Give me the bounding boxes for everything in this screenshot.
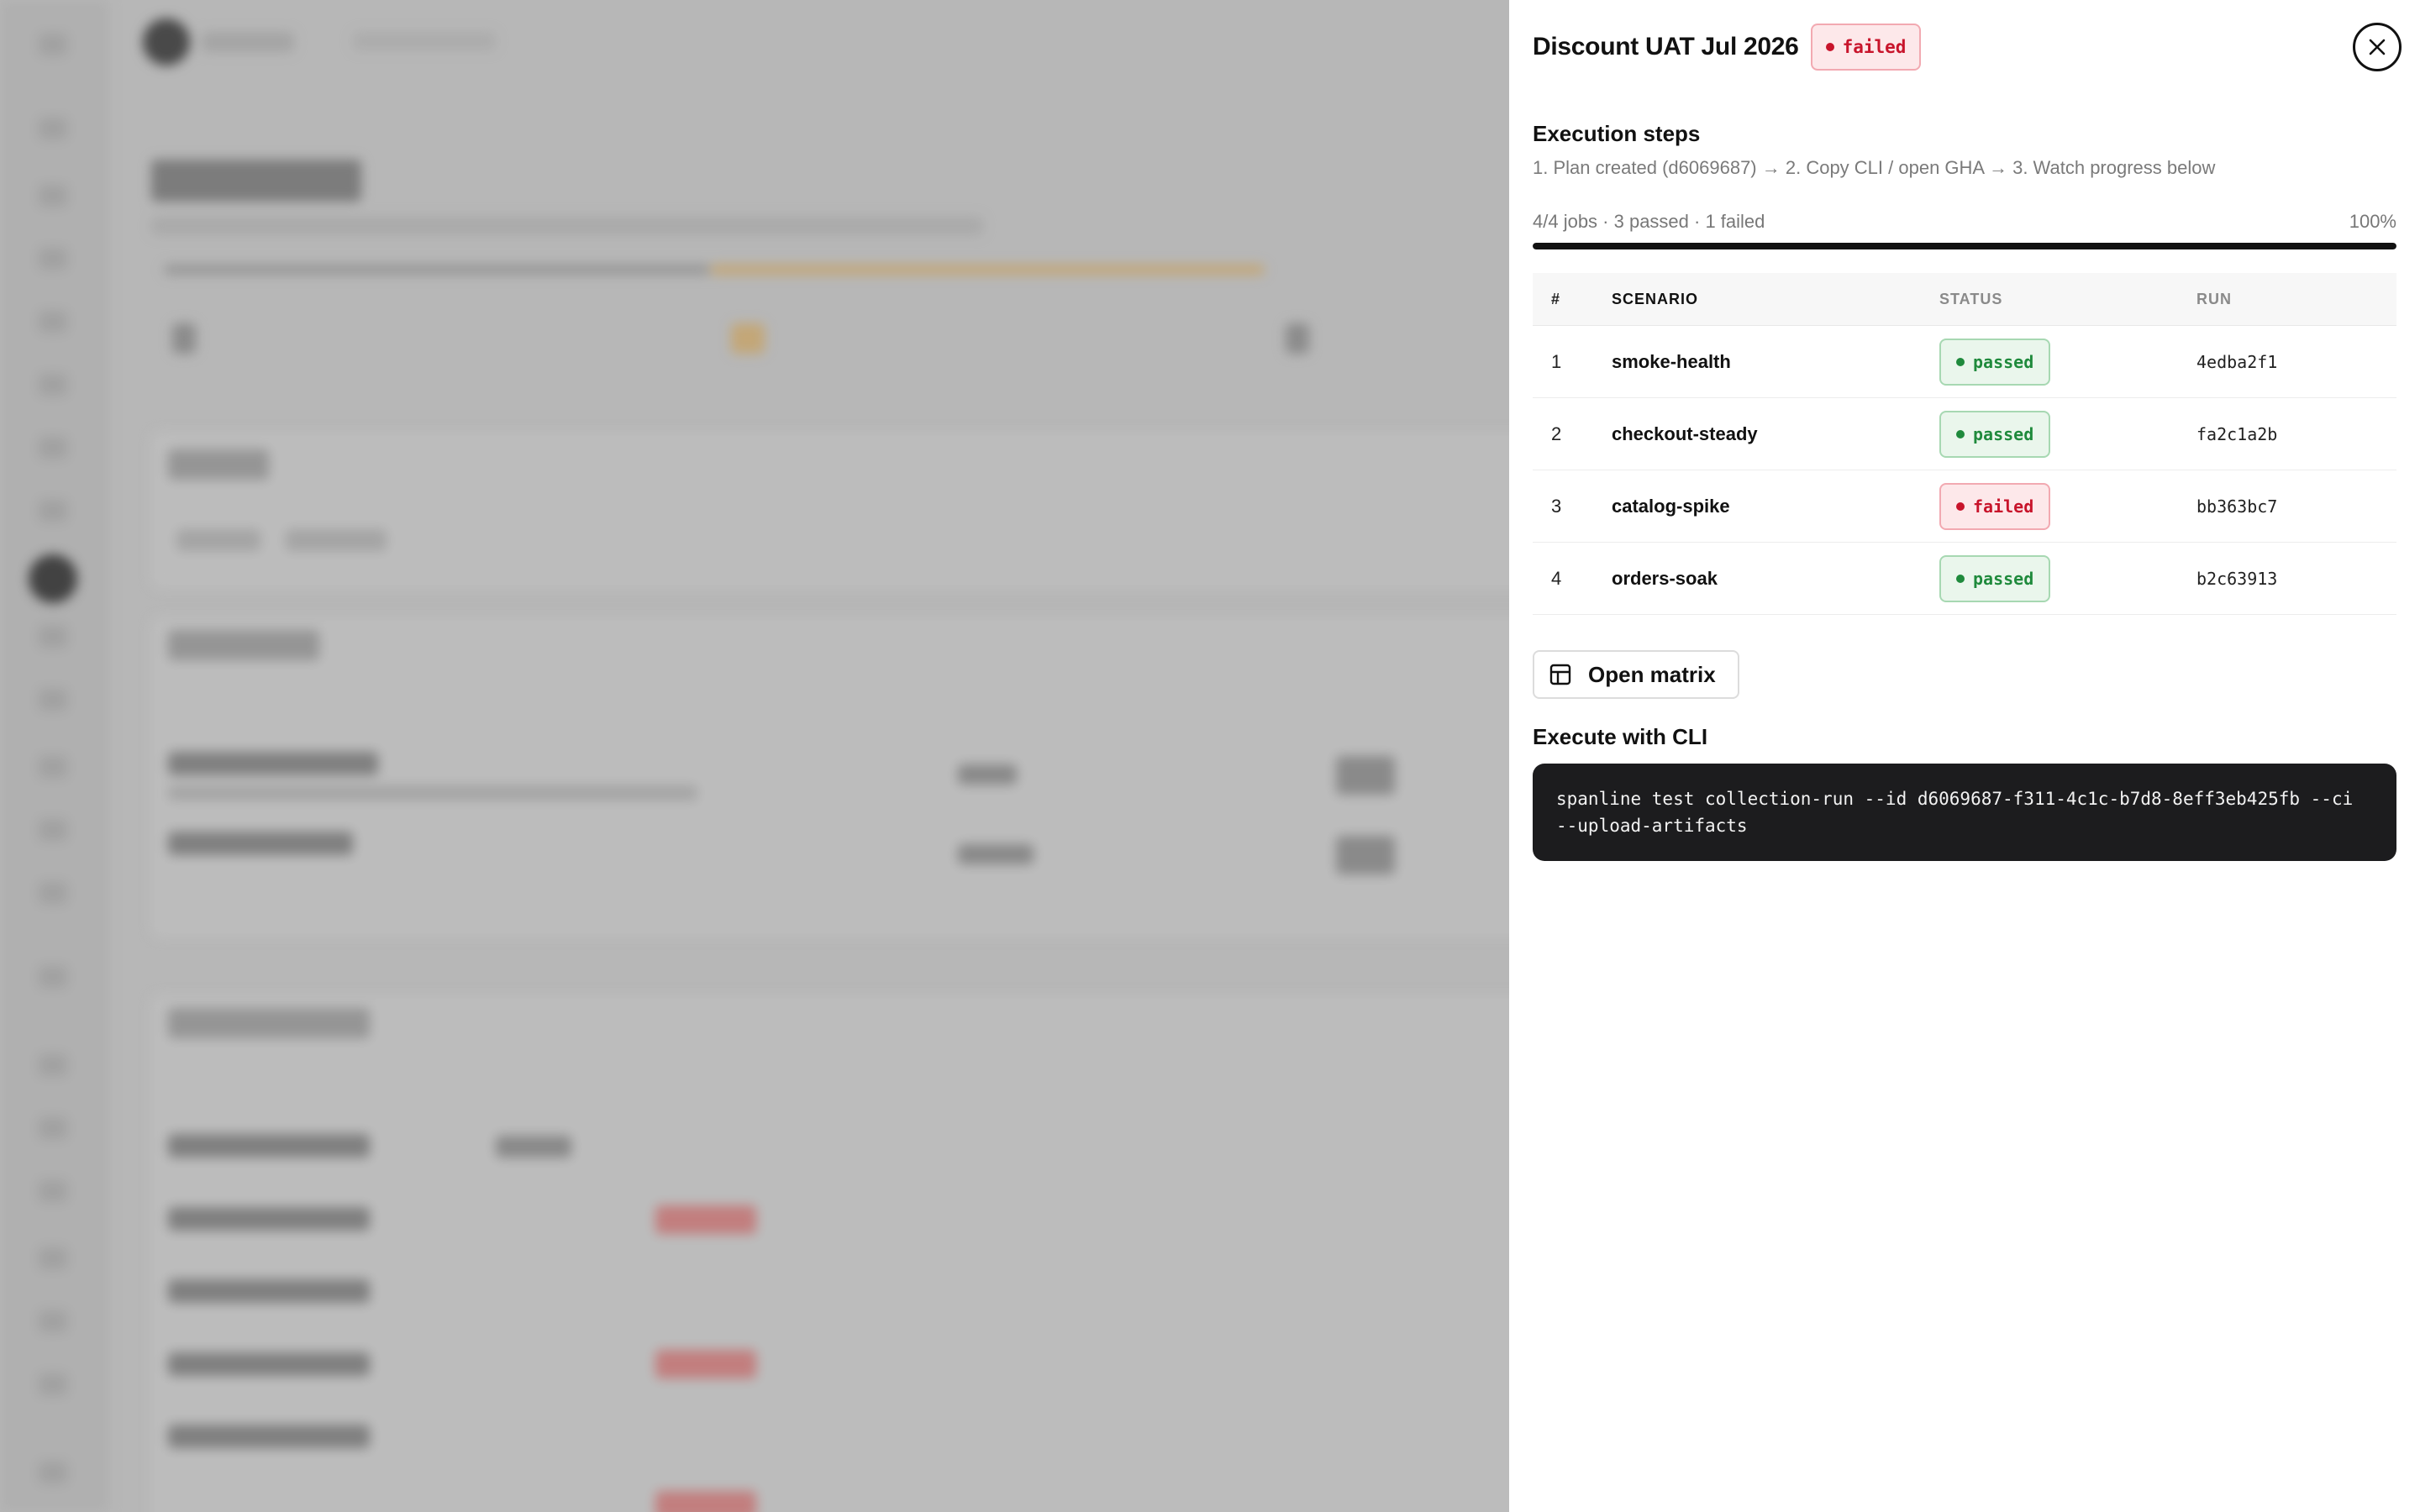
status-label: passed <box>1973 568 2034 589</box>
run-id[interactable]: fa2c1a2b <box>2196 397 2396 470</box>
status-label: failed <box>1973 496 2034 517</box>
progress-summary: 4/4 jobs · 3 passed · 1 failed <box>1533 211 1765 232</box>
status-badge: passed <box>1939 554 2051 602</box>
scenario-name: orders-soak <box>1612 542 1939 615</box>
cli-command-block[interactable]: spanline test collection-run --id d60696… <box>1533 764 2396 861</box>
run-status-badge: failed <box>1810 24 1922 71</box>
background-app-overlay <box>0 0 1509 1512</box>
status-badge: passed <box>1939 410 2051 458</box>
column-header-status: STATUS <box>1939 273 2196 326</box>
drawer-title: Discount UAT Jul 2026 <box>1533 33 1799 60</box>
status-dot-icon <box>1956 429 1965 438</box>
cli-heading: Execute with CLI <box>1533 724 1708 749</box>
modal-scrim[interactable] <box>0 0 1509 1512</box>
open-matrix-label: Open matrix <box>1588 661 1716 687</box>
open-matrix-button[interactable]: Open matrix <box>1533 650 1739 699</box>
table-grid-icon <box>1549 664 1571 685</box>
progress-summary-row: 4/4 jobs · 3 passed · 1 failed 100% <box>1533 211 2396 233</box>
scenario-name: catalog-spike <box>1612 470 1939 543</box>
status-label: passed <box>1973 423 2034 444</box>
run-id[interactable]: bb363bc7 <box>2196 470 2396 543</box>
status-badge: failed <box>1939 482 2051 530</box>
scenario-name: checkout-steady <box>1612 397 1939 470</box>
status-dot-icon <box>1825 43 1834 51</box>
table-row[interactable]: 4 orders-soak passed b2c63913 <box>1533 542 2396 615</box>
status-cell: passed <box>1939 542 2196 615</box>
status-dot-icon <box>1956 574 1965 583</box>
run-id[interactable]: 4edba2f1 <box>2196 325 2396 398</box>
execution-steps-text: 1. Plan created (d6069687) → 2. Copy CLI… <box>1533 157 2216 178</box>
status-cell: failed <box>1939 470 2196 543</box>
jobs-table-header: # SCENARIO STATUS RUN <box>1533 273 2396 326</box>
column-header-run: RUN <box>2196 273 2396 326</box>
jobs-table: # SCENARIO STATUS RUN 1 smoke-health pas… <box>1533 273 2396 615</box>
status-dot-icon <box>1956 501 1965 511</box>
table-row[interactable]: 3 catalog-spike failed bb363bc7 <box>1533 470 2396 543</box>
progress-bar <box>1533 243 2396 249</box>
progress-percent: 100% <box>2349 211 2396 232</box>
status-cell: passed <box>1939 325 2196 398</box>
column-header-number: # <box>1533 273 1612 326</box>
progress-bar-fill <box>1533 243 2396 249</box>
collection-run-drawer: Discount UAT Jul 2026 failed Execution s… <box>1509 0 2420 1512</box>
column-header-scenario: SCENARIO <box>1612 273 1939 326</box>
status-cell: passed <box>1939 397 2196 470</box>
close-icon <box>2369 39 2386 55</box>
table-row[interactable]: 1 smoke-health passed 4edba2f1 <box>1533 325 2396 398</box>
run-id[interactable]: b2c63913 <box>2196 542 2396 615</box>
close-button[interactable] <box>2353 23 2402 71</box>
drawer-header: Discount UAT Jul 2026 failed <box>1533 23 2402 71</box>
status-label: passed <box>1973 351 2034 372</box>
run-status-label: failed <box>1842 37 1907 57</box>
status-badge: passed <box>1939 338 2051 386</box>
row-number: 4 <box>1533 542 1612 615</box>
execution-steps-heading: Execution steps <box>1533 121 1701 146</box>
row-number: 2 <box>1533 397 1612 470</box>
status-dot-icon <box>1956 357 1965 366</box>
scenario-name: smoke-health <box>1612 325 1939 398</box>
row-number: 1 <box>1533 325 1612 398</box>
row-number: 3 <box>1533 470 1612 543</box>
table-row[interactable]: 2 checkout-steady passed fa2c1a2b <box>1533 397 2396 470</box>
